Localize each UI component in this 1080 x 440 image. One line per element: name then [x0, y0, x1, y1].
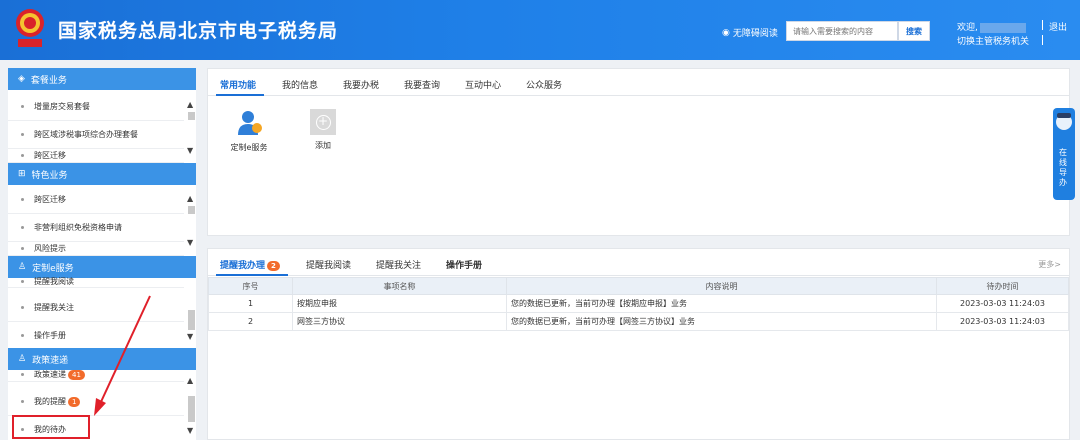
sidebar: ◈ 套餐业务 增量房交易套餐 跨区域涉税事项综合办理套餐 跨区迁移 ▲ ▼ ⊞ …: [8, 68, 196, 440]
site-title: 国家税务总局北京市电子税务局: [58, 20, 339, 42]
sidebar-item[interactable]: 跨区迁移: [8, 149, 184, 163]
scrollbar-thumb[interactable]: [188, 206, 195, 214]
top-header: 国家税务总局北京市电子税务局 ◉ 无障碍阅读 搜索 欢迎, 切换主管税务机关 退…: [0, 0, 1080, 60]
online-guide-label: 在线导办: [1059, 148, 1067, 187]
scroll-down-icon[interactable]: ▼: [187, 146, 193, 155]
search-button[interactable]: 搜索: [898, 21, 930, 41]
app-custom-eservice[interactable]: 定制e服务: [224, 109, 274, 153]
sidebar-item[interactable]: 非营利组织免税资格申请: [8, 214, 184, 242]
user-icon: ♙: [18, 262, 27, 272]
accessibility-link[interactable]: ◉ 无障碍阅读: [722, 26, 778, 40]
active-tab-indicator: [216, 94, 264, 96]
eye-icon: ◉: [722, 27, 730, 38]
col-header-item: 事项名称: [292, 277, 507, 295]
reminder-tabs: 提醒我办理 2 提醒我阅读 提醒我关注 操作手册: [208, 249, 1069, 276]
sidebar-item[interactable]: 我的提醒 1: [8, 388, 184, 416]
scroll-up-icon[interactable]: ▲: [187, 376, 193, 385]
table-header-row: 序号 事项名称 内容说明 待办时间: [208, 277, 1069, 295]
policy-count-badge: 41: [68, 369, 85, 380]
common-functions-panel: 常用功能 我的信息 我要办税 我要查询 互动中心 公众服务 定制e服务 + 添加: [207, 68, 1070, 236]
tab-common-functions[interactable]: 常用功能: [220, 78, 256, 91]
section-custom-eservice[interactable]: ♙ 定制e服务: [8, 256, 196, 278]
app-add[interactable]: + 添加: [298, 109, 348, 151]
scrollbar-thumb[interactable]: [188, 310, 195, 330]
tab-interaction[interactable]: 互动中心: [465, 78, 501, 91]
sidebar-item[interactable]: 跨区迁移: [8, 186, 184, 214]
scroll-down-icon[interactable]: ▼: [187, 238, 193, 247]
sidebar-item[interactable]: 风险提示: [8, 242, 184, 256]
tab-remind-handle[interactable]: 提醒我办理 2: [220, 258, 280, 271]
col-header-index: 序号: [208, 277, 293, 295]
tab-public-service[interactable]: 公众服务: [526, 78, 562, 91]
table-row[interactable]: 1 按期应申报 您的数据已更新，当前可办理【按期应申报】业务 2023-03-0…: [208, 294, 1069, 313]
tax-emblem-logo: [16, 9, 44, 47]
tab-remind-follow[interactable]: 提醒我关注: [376, 258, 421, 271]
scroll-up-icon[interactable]: ▲: [187, 194, 193, 203]
section-package-business[interactable]: ◈ 套餐业务: [8, 68, 196, 90]
sidebar-item[interactable]: 提醒我关注: [8, 294, 184, 322]
sidebar-item[interactable]: 政策速递 41: [8, 368, 184, 382]
scroll-down-icon[interactable]: ▼: [187, 332, 193, 341]
divider: [1042, 20, 1043, 30]
scroll-up-icon[interactable]: ▲: [187, 100, 193, 109]
grid-icon: ⊞: [18, 169, 26, 179]
tab-tax-filing[interactable]: 我要办税: [343, 78, 379, 91]
guide-avatar-icon: [1056, 113, 1072, 130]
reminder-panel: 提醒我办理 2 提醒我阅读 提醒我关注 操作手册 更多> 序号 事项名称 内容说明…: [207, 248, 1070, 440]
sidebar-item[interactable]: 操作手册: [8, 322, 184, 350]
layers-icon: ◈: [18, 74, 25, 84]
more-link[interactable]: 更多>: [1038, 259, 1061, 270]
reminder-count-badge: 1: [68, 396, 81, 407]
user-service-icon: [238, 111, 262, 135]
section-special-business[interactable]: ⊞ 特色业务: [8, 163, 196, 185]
search-input[interactable]: [786, 21, 898, 41]
main-tabs: 常用功能 我的信息 我要办税 我要查询 互动中心 公众服务: [208, 69, 1069, 96]
sidebar-item[interactable]: 跨区域涉税事项综合办理套餐: [8, 121, 184, 149]
col-header-time: 待办时间: [936, 277, 1069, 295]
tab-remind-read[interactable]: 提醒我阅读: [306, 258, 351, 271]
todo-count-badge: 2: [267, 261, 280, 271]
section-policy-express[interactable]: ♙ 政策速递: [8, 348, 196, 370]
logout-link[interactable]: 退出: [1049, 20, 1067, 33]
user-icon: ♙: [18, 354, 27, 364]
sidebar-item[interactable]: 增量房交易套餐: [8, 93, 184, 121]
tab-manual[interactable]: 操作手册: [446, 258, 482, 271]
tab-query[interactable]: 我要查询: [404, 78, 440, 91]
divider: [1042, 35, 1043, 45]
masked-username: [979, 22, 1026, 33]
add-icon: +: [310, 109, 336, 135]
active-tab-indicator: [216, 274, 288, 276]
scrollbar-thumb[interactable]: [188, 112, 195, 120]
table-row[interactable]: 2 网签三方协议 您的数据已更新，当前可办理【网签三方协议】业务 2023-03…: [208, 312, 1069, 331]
tab-my-info[interactable]: 我的信息: [282, 78, 318, 91]
switch-org-link[interactable]: 切换主管税务机关: [957, 34, 1029, 47]
highlight-annotation: [12, 415, 90, 439]
scroll-down-icon[interactable]: ▼: [187, 426, 193, 435]
todo-table: 序号 事项名称 内容说明 待办时间 1 按期应申报 您的数据已更新，当前可办理【…: [208, 277, 1069, 331]
sidebar-item[interactable]: 提醒我阅读: [8, 276, 184, 288]
welcome-text: 欢迎,: [957, 20, 1026, 33]
online-guide-widget[interactable]: 在线导办: [1053, 108, 1075, 200]
scrollbar-thumb[interactable]: [188, 396, 195, 422]
col-header-desc: 内容说明: [506, 277, 937, 295]
